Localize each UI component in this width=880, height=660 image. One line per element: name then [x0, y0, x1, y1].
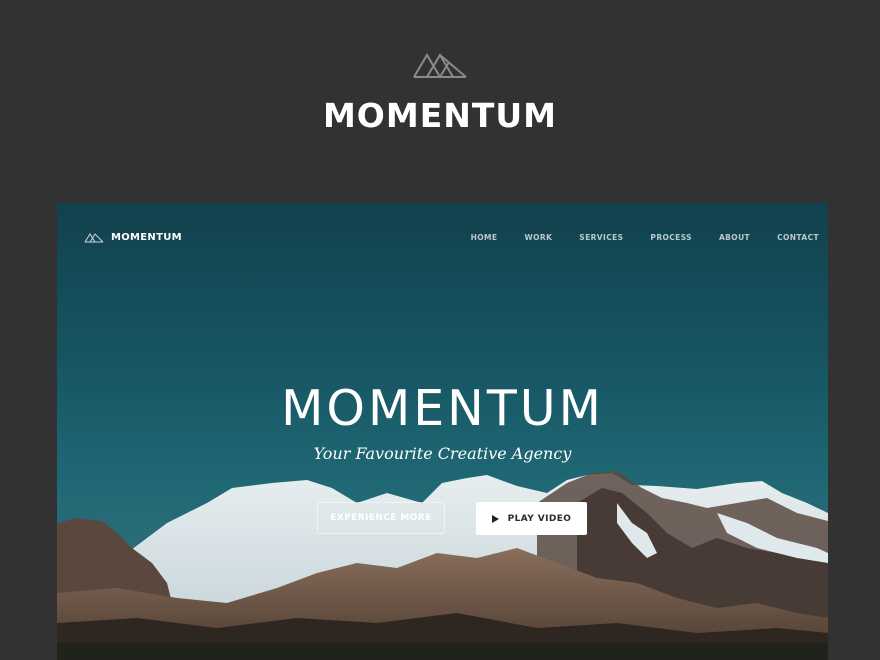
play-icon	[491, 514, 499, 523]
experience-more-button[interactable]: EXPERIENCE MORE	[317, 502, 445, 534]
play-video-button[interactable]: PLAY VIDEO	[476, 502, 587, 535]
hero-subtitle: Your Favourite Creative Agency	[313, 444, 572, 463]
experience-more-label: EXPERIENCE MORE	[330, 513, 432, 523]
nav-item-contact[interactable]: CONTACT	[777, 232, 819, 244]
nav-item-home[interactable]: HOME	[471, 232, 498, 244]
nav-item-work[interactable]: WORK	[524, 232, 552, 244]
preview-nav: HOME WORK SERVICES PROCESS ABOUT CONTACT	[444, 232, 819, 244]
nav-item-process[interactable]: PROCESS	[650, 232, 692, 244]
hero-title: MOMENTUM	[281, 380, 604, 437]
nav-item-services[interactable]: SERVICES	[579, 232, 623, 244]
mountain-logo-icon	[413, 53, 467, 78]
nav-item-about[interactable]: ABOUT	[719, 232, 750, 244]
website-preview: MOMENTUM HOME WORK SERVICES PROCESS ABOU…	[57, 203, 828, 660]
brand-title: MOMENTUM	[322, 96, 558, 135]
preview-brand[interactable]: MOMENTUM	[111, 231, 182, 245]
mountain-logo-icon[interactable]	[84, 231, 104, 243]
play-video-label: PLAY VIDEO	[507, 513, 572, 524]
